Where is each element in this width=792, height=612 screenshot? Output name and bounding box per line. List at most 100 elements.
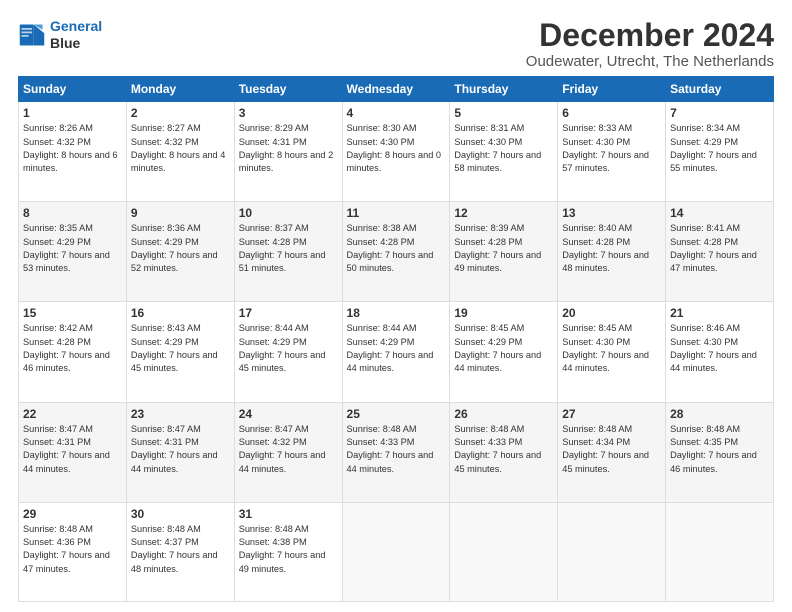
logo: General Blue	[18, 18, 102, 52]
calendar-cell: 5 Sunrise: 8:31 AMSunset: 4:30 PMDaylight…	[450, 102, 558, 202]
day-number: 1	[23, 106, 122, 120]
day-number: 21	[670, 306, 769, 320]
day-number: 17	[239, 306, 338, 320]
day-info: Sunrise: 8:45 AMSunset: 4:29 PMDaylight:…	[454, 322, 553, 375]
calendar-cell: 6 Sunrise: 8:33 AMSunset: 4:30 PMDaylight…	[558, 102, 666, 202]
calendar-cell: 1 Sunrise: 8:26 AMSunset: 4:32 PMDaylight…	[19, 102, 127, 202]
main-title: December 2024	[526, 18, 774, 53]
calendar-cell: 25 Sunrise: 8:48 AMSunset: 4:33 PMDayligh…	[342, 402, 450, 502]
day-info: Sunrise: 8:44 AMSunset: 4:29 PMDaylight:…	[239, 322, 338, 375]
day-info: Sunrise: 8:35 AMSunset: 4:29 PMDaylight:…	[23, 222, 122, 275]
calendar-cell	[666, 502, 774, 601]
calendar-cell: 29Sunrise: 8:48 AMSunset: 4:36 PMDayligh…	[19, 502, 127, 601]
calendar-cell: 13Sunrise: 8:40 AMSunset: 4:28 PMDayligh…	[558, 202, 666, 302]
day-number: 28	[670, 407, 769, 421]
calendar-cell: 7 Sunrise: 8:34 AMSunset: 4:29 PMDaylight…	[666, 102, 774, 202]
day-number: 20	[562, 306, 661, 320]
col-header-thursday: Thursday	[450, 77, 558, 102]
day-info: Sunrise: 8:48 AMSunset: 4:33 PMDaylight:…	[347, 423, 446, 476]
col-header-saturday: Saturday	[666, 77, 774, 102]
day-info: Sunrise: 8:40 AMSunset: 4:28 PMDaylight:…	[562, 222, 661, 275]
day-number: 29	[23, 507, 122, 521]
day-number: 16	[131, 306, 230, 320]
calendar-cell	[558, 502, 666, 601]
day-info: Sunrise: 8:34 AMSunset: 4:29 PMDaylight:…	[670, 122, 769, 175]
day-info: Sunrise: 8:48 AMSunset: 4:34 PMDaylight:…	[562, 423, 661, 476]
day-number: 2	[131, 106, 230, 120]
day-info: Sunrise: 8:31 AMSunset: 4:30 PMDaylight:…	[454, 122, 553, 175]
calendar-cell: 2 Sunrise: 8:27 AMSunset: 4:32 PMDaylight…	[126, 102, 234, 202]
day-info: Sunrise: 8:26 AMSunset: 4:32 PMDaylight:…	[23, 122, 122, 175]
day-number: 8	[23, 206, 122, 220]
calendar-cell	[342, 502, 450, 601]
day-info: Sunrise: 8:27 AMSunset: 4:32 PMDaylight:…	[131, 122, 230, 175]
day-info: Sunrise: 8:43 AMSunset: 4:29 PMDaylight:…	[131, 322, 230, 375]
day-number: 23	[131, 407, 230, 421]
calendar-cell: 4 Sunrise: 8:30 AMSunset: 4:30 PMDaylight…	[342, 102, 450, 202]
calendar-cell: 24 Sunrise: 8:47 AMSunset: 4:32 PMDayligh…	[234, 402, 342, 502]
day-number: 18	[347, 306, 446, 320]
day-number: 31	[239, 507, 338, 521]
calendar-cell: 30 Sunrise: 8:48 AMSunset: 4:37 PMDayligh…	[126, 502, 234, 601]
page: General Blue December 2024 Oudewater, Ut…	[0, 0, 792, 612]
day-number: 22	[23, 407, 122, 421]
day-number: 14	[670, 206, 769, 220]
day-info: Sunrise: 8:48 AMSunset: 4:35 PMDaylight:…	[670, 423, 769, 476]
day-info: Sunrise: 8:36 AMSunset: 4:29 PMDaylight:…	[131, 222, 230, 275]
day-number: 24	[239, 407, 338, 421]
col-header-friday: Friday	[558, 77, 666, 102]
calendar-cell: 28 Sunrise: 8:48 AMSunset: 4:35 PMDayligh…	[666, 402, 774, 502]
calendar-cell: 12Sunrise: 8:39 AMSunset: 4:28 PMDayligh…	[450, 202, 558, 302]
day-number: 10	[239, 206, 338, 220]
calendar-cell: 3 Sunrise: 8:29 AMSunset: 4:31 PMDaylight…	[234, 102, 342, 202]
calendar-cell: 23 Sunrise: 8:47 AMSunset: 4:31 PMDayligh…	[126, 402, 234, 502]
logo-text: General Blue	[50, 18, 102, 52]
calendar-cell: 31Sunrise: 8:48 AMSunset: 4:38 PMDayligh…	[234, 502, 342, 601]
day-number: 7	[670, 106, 769, 120]
logo-icon	[18, 21, 46, 49]
day-number: 9	[131, 206, 230, 220]
day-info: Sunrise: 8:42 AMSunset: 4:28 PMDaylight:…	[23, 322, 122, 375]
col-header-wednesday: Wednesday	[342, 77, 450, 102]
calendar-cell: 17 Sunrise: 8:44 AMSunset: 4:29 PMDayligh…	[234, 302, 342, 402]
day-number: 4	[347, 106, 446, 120]
day-number: 30	[131, 507, 230, 521]
day-number: 25	[347, 407, 446, 421]
calendar-cell: 11 Sunrise: 8:38 AMSunset: 4:28 PMDayligh…	[342, 202, 450, 302]
day-info: Sunrise: 8:30 AMSunset: 4:30 PMDaylight:…	[347, 122, 446, 175]
col-header-tuesday: Tuesday	[234, 77, 342, 102]
day-info: Sunrise: 8:41 AMSunset: 4:28 PMDaylight:…	[670, 222, 769, 275]
day-number: 5	[454, 106, 553, 120]
day-info: Sunrise: 8:33 AMSunset: 4:30 PMDaylight:…	[562, 122, 661, 175]
calendar-cell: 16 Sunrise: 8:43 AMSunset: 4:29 PMDayligh…	[126, 302, 234, 402]
calendar-cell: 9 Sunrise: 8:36 AMSunset: 4:29 PMDaylight…	[126, 202, 234, 302]
day-info: Sunrise: 8:47 AMSunset: 4:31 PMDaylight:…	[23, 423, 122, 476]
calendar-cell: 14 Sunrise: 8:41 AMSunset: 4:28 PMDayligh…	[666, 202, 774, 302]
day-info: Sunrise: 8:29 AMSunset: 4:31 PMDaylight:…	[239, 122, 338, 175]
day-info: Sunrise: 8:45 AMSunset: 4:30 PMDaylight:…	[562, 322, 661, 375]
day-number: 19	[454, 306, 553, 320]
col-header-monday: Monday	[126, 77, 234, 102]
calendar-cell: 15 Sunrise: 8:42 AMSunset: 4:28 PMDayligh…	[19, 302, 127, 402]
calendar-table: SundayMondayTuesdayWednesdayThursdayFrid…	[18, 76, 774, 602]
day-info: Sunrise: 8:39 AMSunset: 4:28 PMDaylight:…	[454, 222, 553, 275]
day-info: Sunrise: 8:37 AMSunset: 4:28 PMDaylight:…	[239, 222, 338, 275]
day-number: 15	[23, 306, 122, 320]
calendar-cell: 10 Sunrise: 8:37 AMSunset: 4:28 PMDayligh…	[234, 202, 342, 302]
col-header-sunday: Sunday	[19, 77, 127, 102]
day-info: Sunrise: 8:48 AMSunset: 4:37 PMDaylight:…	[131, 523, 230, 576]
day-number: 11	[347, 206, 446, 220]
subtitle: Oudewater, Utrecht, The Netherlands	[526, 53, 774, 70]
day-number: 3	[239, 106, 338, 120]
calendar-cell: 27Sunrise: 8:48 AMSunset: 4:34 PMDayligh…	[558, 402, 666, 502]
day-info: Sunrise: 8:47 AMSunset: 4:31 PMDaylight:…	[131, 423, 230, 476]
day-info: Sunrise: 8:38 AMSunset: 4:28 PMDaylight:…	[347, 222, 446, 275]
calendar-cell: 22 Sunrise: 8:47 AMSunset: 4:31 PMDayligh…	[19, 402, 127, 502]
calendar-cell	[450, 502, 558, 601]
day-number: 6	[562, 106, 661, 120]
day-info: Sunrise: 8:48 AMSunset: 4:33 PMDaylight:…	[454, 423, 553, 476]
day-number: 26	[454, 407, 553, 421]
calendar-cell: 26 Sunrise: 8:48 AMSunset: 4:33 PMDayligh…	[450, 402, 558, 502]
day-info: Sunrise: 8:46 AMSunset: 4:30 PMDaylight:…	[670, 322, 769, 375]
day-info: Sunrise: 8:47 AMSunset: 4:32 PMDaylight:…	[239, 423, 338, 476]
